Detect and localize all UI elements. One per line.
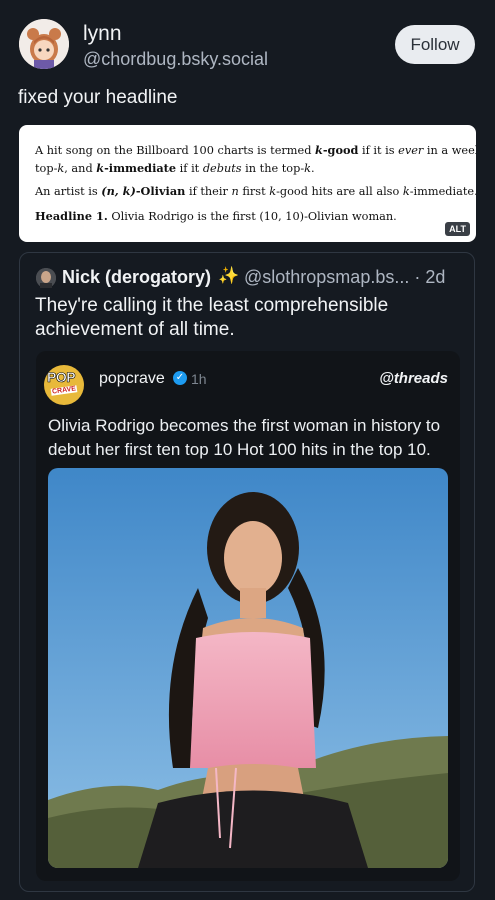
author-display-name[interactable]: lynn <box>83 22 122 46</box>
quoted-post[interactable]: Nick (derogatory) ✨ @slothropsmap.bs... … <box>19 252 475 892</box>
embedded-author-name: popcrave <box>99 370 165 387</box>
quoted-author-name[interactable]: Nick (derogatory) <box>62 267 211 288</box>
paper-line-3: An artist is (n, k)-Olivian if their n f… <box>35 184 476 198</box>
paper-line-4: Headline 1. Olivia Rodrigo is the first … <box>35 209 397 223</box>
attached-image-paper-excerpt[interactable]: A hit song on the Billboard 100 charts i… <box>19 125 476 242</box>
quoted-post-time: · 2d <box>414 267 446 287</box>
paper-line-1: A hit song on the Billboard 100 charts i… <box>35 143 476 157</box>
follow-button[interactable]: Follow <box>395 25 475 64</box>
logo-crave-text: CRAVE <box>50 385 78 396</box>
paper-line-2: top-k, and k-immediate if it debuts in t… <box>35 161 315 175</box>
embedded-threads-post[interactable]: POP CRAVE popcrave ✓ 1h @threads Olivia … <box>36 351 460 881</box>
alt-text-badge[interactable]: ALT <box>445 222 470 236</box>
photo-illustration <box>48 468 448 868</box>
quoted-author-avatar <box>36 268 56 288</box>
threads-logo: @threads <box>379 370 448 387</box>
sparkles-icon: ✨ <box>218 266 240 285</box>
embedded-post-time: 1h <box>191 371 207 387</box>
quoted-post-text: They're calling it the least comprehensi… <box>35 295 389 340</box>
verified-badge-icon: ✓ <box>173 371 187 385</box>
popcrave-logo: POP CRAVE <box>44 365 84 405</box>
embedded-post-text: Olivia Rodrigo becomes the first woman i… <box>48 416 441 459</box>
post-text: fixed your headline <box>18 87 178 108</box>
logo-pop-text: POP <box>47 369 76 386</box>
avatar-illustration <box>19 19 69 69</box>
quoted-author-handle[interactable]: @slothropsmap.bs... · 2d <box>244 267 445 288</box>
author-handle[interactable]: @chordbug.bsky.social <box>83 49 268 70</box>
avatar[interactable] <box>19 19 69 69</box>
olivia-rodrigo-photo[interactable] <box>48 468 448 868</box>
quoted-avatar-illustration <box>36 268 56 288</box>
